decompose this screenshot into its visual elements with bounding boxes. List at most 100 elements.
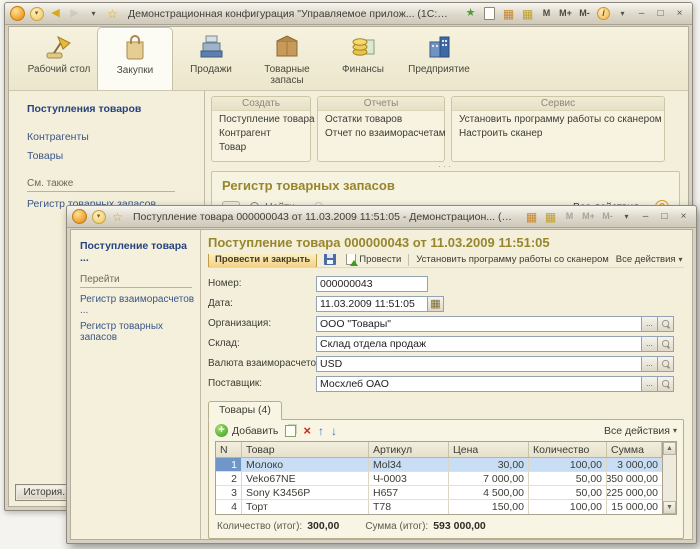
warehouse-input[interactable] [316,336,642,352]
currency-input[interactable] [316,356,642,372]
supplier-open-button[interactable] [658,376,674,392]
memory-m-button[interactable]: M [538,6,555,22]
desk-lamp-icon [43,30,75,62]
back-icon[interactable]: ◀ [47,6,64,22]
app-icon[interactable] [71,209,88,225]
scroll-up-icon[interactable]: ▲ [663,442,676,455]
favorites-star-icon[interactable]: ☆ [104,6,121,22]
new-document-icon[interactable] [481,6,498,22]
save-button[interactable] [321,254,339,266]
cmd-settlements-report[interactable]: Отчет по взаиморасчетам [325,128,437,139]
group-reports: Отчеты Остатки товаров Отчет по взаимора… [317,96,445,162]
vertical-scrollbar[interactable]: ▲ ▼ [662,442,676,514]
nav-item-goods-receipt[interactable]: Поступление товара ... [80,240,196,264]
organization-input[interactable] [316,316,642,332]
nav-item-inventory-register[interactable]: Регистр товарных запасов [80,321,196,343]
calculator-icon[interactable]: ▦ [519,6,536,22]
history-dropdown-icon[interactable]: ▾ [85,6,102,22]
register-title: Регистр товарных запасов [222,178,669,193]
memory-m-button[interactable]: M [561,209,578,225]
form-all-actions-button[interactable]: Все действия ▾ [616,254,683,265]
calendar-icon[interactable]: ▦ [500,6,517,22]
group-create-title: Создать [212,97,310,111]
install-scanner-button[interactable]: Установить программу работы со сканером [413,254,612,266]
cmd-configure-scanner[interactable]: Настроить сканер [459,128,657,139]
table-all-actions-button[interactable]: Все действия ▾ [604,425,677,437]
cmd-product[interactable]: Товар [219,142,303,153]
table-row[interactable]: 1 Молоко Mol34 30,00 100,00 3 000,00 [216,458,662,472]
number-label: Номер: [208,278,316,289]
nav-item-settlements-register[interactable]: Регистр взаиморасчетов ... [80,294,196,316]
floppy-disk-icon [324,254,336,265]
forward-icon[interactable]: ▶ [66,6,83,22]
copy-row-icon[interactable] [285,425,296,437]
organization-select-button[interactable]: ... [642,316,658,332]
nav-item-counterparties[interactable]: Контрагенты [27,131,198,143]
calendar-picker-button[interactable]: ▦ [428,296,444,312]
post-button[interactable]: Провести [343,254,404,266]
memory-m-plus-button[interactable]: M+ [580,209,597,225]
tab-purchases[interactable]: Закупки [97,27,173,90]
scroll-down-icon[interactable]: ▼ [663,501,676,514]
window-menu-dropdown-icon[interactable]: ▾ [618,209,635,225]
main-titlebar: ▾ ◀ ▶ ▾ ☆ Демонстрационная конфигурация … [5,3,692,25]
main-menu-button[interactable]: ▾ [28,6,45,22]
app-icon[interactable] [9,6,26,22]
close-button[interactable]: × [675,209,692,225]
move-up-icon[interactable]: ↑ [318,425,324,437]
organization-open-button[interactable] [658,316,674,332]
currency-select-button[interactable]: ... [642,356,658,372]
window-menu-dropdown-icon[interactable]: ▾ [614,6,631,22]
cmd-counterparty[interactable]: Контрагент [219,128,303,139]
field-supplier: Поставщик: ... [208,375,674,392]
close-button[interactable]: × [671,6,688,22]
maximize-button[interactable]: □ [656,209,673,225]
minimize-button[interactable]: – [633,6,650,22]
main-menu-button[interactable]: ▾ [90,209,107,225]
splitter-handle[interactable]: ··· [211,163,680,169]
receipt-dialog-window: ▾ ☆ Поступление товара 000000043 от 11.0… [66,205,697,544]
main-window-title: Демонстрационная конфигурация "Управляем… [123,8,460,20]
move-down-icon[interactable]: ↓ [331,425,337,437]
delete-row-icon[interactable]: × [303,424,311,437]
calendar-icon[interactable]: ▦ [523,209,540,225]
warehouse-select-button[interactable]: ... [642,336,658,352]
currency-open-button[interactable] [658,356,674,372]
tab-finance[interactable]: Финансы [325,27,401,90]
maximize-button[interactable]: □ [652,6,669,22]
supplier-select-button[interactable]: ... [642,376,658,392]
tab-sales[interactable]: Продажи [173,27,249,90]
warehouse-open-button[interactable] [658,336,674,352]
cmd-goods-receipt[interactable]: Поступление товара [219,114,303,125]
calculator-icon[interactable]: ▦ [542,209,559,225]
minimize-button[interactable]: – [637,209,654,225]
tab-enterprise[interactable]: Предприятие [401,27,477,90]
memory-m-plus-button[interactable]: M+ [557,6,574,22]
tab-desktop[interactable]: Рабочий стол [21,27,97,90]
table-row[interactable]: 3 Sony K3456P Н657 4 500,00 50,00 225 00… [216,486,662,500]
cmd-install-scanner[interactable]: Установить программу работы со сканером [459,114,657,125]
table-row[interactable]: 2 Veko67NE Ч-0003 7 000,00 50,00 350 000… [216,472,662,486]
favorites-star-icon[interactable]: ☆ [109,209,126,225]
memory-m-minus-button[interactable]: M- [599,209,616,225]
info-icon[interactable]: i [595,6,612,22]
tab-inventory[interactable]: Товарные запасы [249,27,325,90]
supplier-input[interactable] [316,376,642,392]
table-row[interactable]: 4 Торт Т78 150,00 100,00 15 000,00 [216,500,662,514]
field-organization: Организация: ... [208,315,674,332]
memory-m-minus-button[interactable]: M- [576,6,593,22]
field-currency: Валюта взаиморасчетов: ... [208,355,674,372]
totals-row: Количество (итог): 300,00 Сумма (итог): … [215,515,677,536]
nav-item-receipts[interactable]: Поступления товаров [27,103,198,115]
dialog-window-title: Поступление товара 000000043 от 11.03.20… [128,211,521,223]
post-and-close-button[interactable]: Провести и закрыть [208,254,317,268]
nav-item-goods[interactable]: Товары [27,150,198,162]
service-star-icon[interactable]: ★ [462,6,479,22]
number-input[interactable] [316,276,428,292]
tab-goods[interactable]: Товары (4) [208,401,282,420]
cmd-stock-balance[interactable]: Остатки товаров [325,114,437,125]
date-input[interactable] [316,296,428,312]
add-row-button[interactable]: + Добавить [215,424,278,437]
date-label: Дата: [208,298,316,309]
form-title: Поступление товара 000000043 от 11.03.20… [208,235,684,250]
